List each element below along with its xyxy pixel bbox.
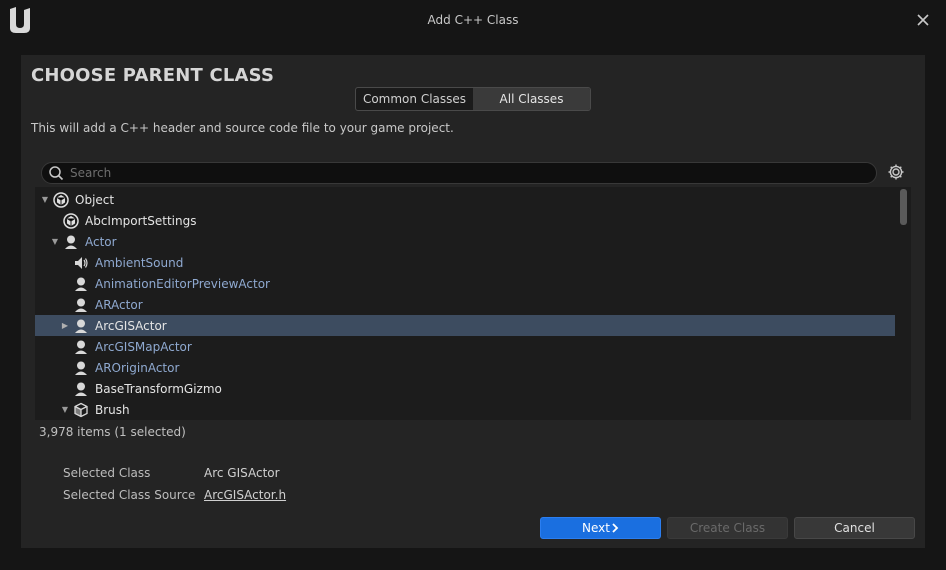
- item-count: 3,978 items (1 selected): [39, 425, 186, 439]
- speaker-icon: [75, 256, 88, 269]
- tree-row-ambientsound[interactable]: AmbientSound: [35, 252, 895, 273]
- class-filter-toggle: Common Classes All Classes: [355, 87, 591, 111]
- tree-item-label: Brush: [95, 402, 130, 417]
- object-icon: [63, 212, 79, 229]
- window-title: Add C++ Class: [427, 13, 519, 27]
- selected-class-value: Arc GISActor: [204, 466, 280, 480]
- next-button[interactable]: Next: [540, 517, 661, 539]
- brush-cube-icon: [74, 402, 88, 417]
- expand-arrow-icon[interactable]: ▼: [39, 194, 51, 206]
- next-button-label: Next: [582, 521, 610, 535]
- search-box: [41, 162, 877, 184]
- tree-row-object[interactable]: ▼ Object: [35, 189, 895, 210]
- tree-item-label: AmbientSound: [95, 255, 184, 270]
- chevron-right-icon: [612, 523, 619, 533]
- tree-row-arcgismapactor[interactable]: ArcGISMapActor: [35, 336, 895, 357]
- expand-arrow-icon[interactable]: ▼: [49, 236, 61, 248]
- actor-icon: [75, 361, 87, 375]
- actor-icon: [75, 382, 87, 396]
- description-text: This will add a C++ header and source co…: [31, 121, 454, 135]
- tree-scrollbar[interactable]: [900, 189, 907, 225]
- tree-item-label: ARActor: [95, 297, 143, 312]
- search-input[interactable]: [70, 163, 860, 183]
- actor-icon: [75, 298, 87, 312]
- selected-source-label: Selected Class Source: [63, 488, 196, 502]
- actor-icon: [65, 235, 77, 249]
- tree-item-label: Object: [75, 192, 115, 207]
- create-class-button[interactable]: Create Class: [667, 517, 788, 539]
- tree-row-basetransformgizmo[interactable]: BaseTransformGizmo: [35, 378, 895, 399]
- tree-row-abcimportsettings[interactable]: AbcImportSettings: [35, 210, 895, 231]
- tree-item-label: ArcGISActor: [95, 318, 167, 333]
- cancel-button[interactable]: Cancel: [794, 517, 915, 539]
- tree-item-label: BaseTransformGizmo: [95, 381, 222, 396]
- tree-row-animationeditorpreviewactor[interactable]: AnimationEditorPreviewActor: [35, 273, 895, 294]
- tree-row-aroriginactor[interactable]: AROriginActor: [35, 357, 895, 378]
- tree-item-label: ArcGISMapActor: [95, 339, 192, 354]
- actor-icon: [75, 319, 87, 333]
- title-bar: Add C++ Class: [0, 0, 946, 44]
- collapsed-arrow-icon[interactable]: ▶: [59, 320, 71, 332]
- tab-all-classes[interactable]: All Classes: [473, 88, 590, 110]
- actor-icon: [75, 277, 87, 291]
- selected-source-link[interactable]: ArcGISActor.h: [204, 488, 286, 502]
- selected-class-label: Selected Class: [63, 466, 151, 480]
- tree-row-aractor[interactable]: ARActor: [35, 294, 895, 315]
- tree-item-label: AROriginActor: [95, 360, 180, 375]
- class-tree: ▼ Object AbcImportSettings ▼ Actor Ambie…: [35, 187, 911, 420]
- close-icon[interactable]: [914, 11, 932, 29]
- tree-row-brush[interactable]: ▼ Brush: [35, 399, 895, 420]
- tree-item-label: AnimationEditorPreviewActor: [95, 276, 270, 291]
- tree-row-actor[interactable]: ▼ Actor: [35, 231, 895, 252]
- tab-common-classes[interactable]: Common Classes: [356, 88, 473, 110]
- main-panel: CHOOSE PARENT CLASS Common Classes All C…: [21, 55, 925, 548]
- tree-row-arcgisactor[interactable]: ▶ ArcGISActor: [35, 315, 895, 336]
- object-icon: [53, 191, 69, 208]
- expand-arrow-icon[interactable]: ▼: [59, 404, 71, 416]
- page-title: CHOOSE PARENT CLASS: [31, 65, 275, 86]
- gear-icon[interactable]: [887, 163, 905, 181]
- actor-icon: [75, 340, 87, 354]
- search-icon: [49, 166, 64, 181]
- tree-item-label: AbcImportSettings: [85, 213, 197, 228]
- tree-item-label: Actor: [85, 234, 117, 249]
